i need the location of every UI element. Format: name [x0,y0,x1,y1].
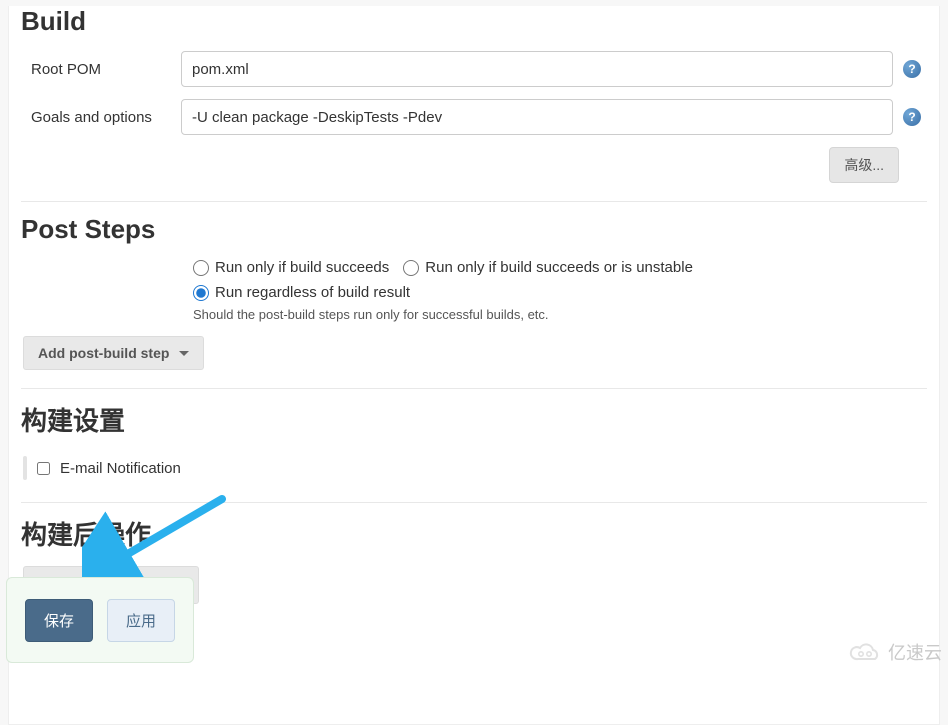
post-steps-hint: Should the post-build steps run only for… [193,307,927,322]
build-section-title: Build [21,6,927,37]
watermark-text: 亿速云 [888,639,942,665]
radio-run-if-unstable-label: Run only if build succeeds or is unstabl… [425,259,693,276]
apply-button[interactable]: 应用 [107,599,175,642]
help-icon[interactable]: ? [903,60,921,78]
advanced-button[interactable]: 高级... [829,147,899,183]
radio-run-if-success-label: Run only if build succeeds [215,259,389,276]
radio-run-if-unstable-input[interactable] [403,260,419,276]
email-notification-label: E-mail Notification [60,460,181,477]
post-steps-title: Post Steps [21,214,927,245]
cloud-icon [848,641,882,663]
save-bar: 保存 应用 [6,577,194,663]
radio-run-if-success[interactable]: Run only if build succeeds [193,259,389,276]
build-settings-title: 构建设置 [21,401,927,438]
add-post-build-step-label: Add post-build step [38,345,169,361]
drag-handle-icon [23,456,27,480]
help-icon[interactable]: ? [903,108,921,126]
radio-run-if-success-input[interactable] [193,260,209,276]
radio-run-regardless-label: Run regardless of build result [215,284,410,301]
post-steps-radio-group: Run only if build succeeds Run only if b… [193,259,927,301]
radio-run-regardless-input[interactable] [193,285,209,301]
chevron-down-icon [179,351,189,356]
radio-run-regardless[interactable]: Run regardless of build result [193,284,410,301]
radio-run-if-unstable[interactable]: Run only if build succeeds or is unstabl… [403,259,693,276]
root-pom-label: Root POM [21,61,181,78]
goals-input[interactable] [181,99,893,135]
email-notification-row[interactable]: E-mail Notification [21,452,927,484]
save-button[interactable]: 保存 [25,599,93,642]
post-build-actions-title: 构建后操作 [21,515,927,552]
add-post-build-step-button[interactable]: Add post-build step [23,336,204,370]
root-pom-input[interactable] [181,51,893,87]
goals-label: Goals and options [21,109,181,126]
watermark: 亿速云 [848,639,942,665]
root-pom-row: Root POM ? [21,51,927,87]
goals-row: Goals and options ? [21,99,927,135]
email-notification-checkbox[interactable] [37,462,50,475]
